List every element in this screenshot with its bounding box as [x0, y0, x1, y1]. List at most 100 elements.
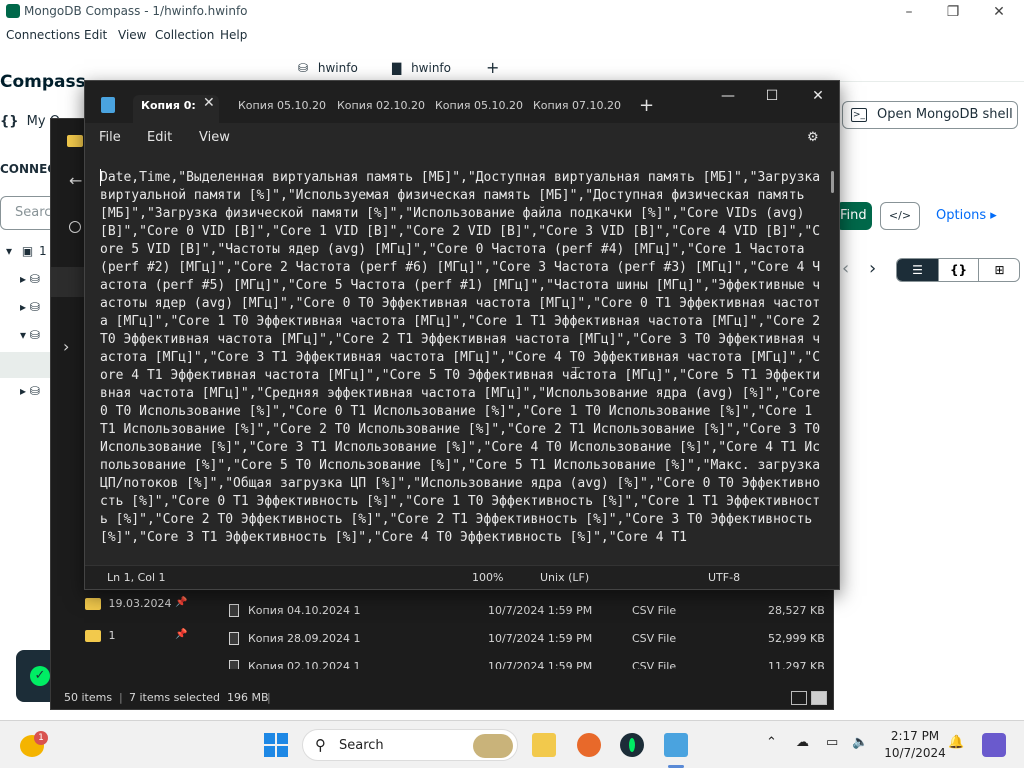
- system-clock[interactable]: 2:17 PM 10/7/2024: [880, 728, 950, 762]
- menu-file[interactable]: File: [99, 130, 121, 145]
- file-icon: [229, 632, 239, 645]
- menu-view[interactable]: View: [199, 130, 230, 145]
- back-arrow-icon[interactable]: ←: [69, 171, 82, 190]
- next-page-icon[interactable]: ›: [869, 258, 876, 279]
- menu-help[interactable]: Help: [220, 28, 247, 42]
- tab[interactable]: Копия 05.10.202: [435, 95, 523, 123]
- close-icon[interactable]: ✕: [795, 83, 841, 109]
- code-view-button[interactable]: </>: [880, 202, 920, 230]
- clock-time: 2:17 PM: [890, 729, 940, 743]
- caret-down-icon: ▾: [20, 328, 27, 342]
- chevron-up-icon[interactable]: ⌃: [766, 735, 777, 750]
- volume-icon[interactable]: 🔈: [852, 735, 868, 750]
- line-ending[interactable]: Unix (LF): [540, 571, 589, 584]
- database-icon: ⛁: [29, 272, 40, 286]
- file-type: CSV File: [632, 632, 677, 645]
- settings-gear-icon[interactable]: ⚙: [807, 130, 819, 145]
- display-icon[interactable]: ▭: [826, 735, 838, 750]
- home-icon[interactable]: [69, 221, 81, 233]
- file-date: 10/7/2024 1:59 PM: [488, 604, 593, 617]
- status-divider: |: [119, 691, 123, 704]
- notification-badge: 1: [34, 731, 48, 745]
- quick-access-item[interactable]: 19.03.2024 📌: [85, 597, 187, 610]
- search-label: Search: [339, 738, 384, 753]
- menu-view[interactable]: View: [118, 28, 146, 42]
- options-link[interactable]: Options ▸: [936, 208, 997, 223]
- tab[interactable]: Копия 05.10.202: [238, 95, 326, 123]
- copilot-icon[interactable]: [982, 733, 1006, 757]
- file-row[interactable]: Копия 04.10.2024 1 10/7/2024 1:59 PM CSV…: [229, 601, 829, 623]
- tab-label: hwinfo: [317, 61, 358, 75]
- file-icon: [229, 660, 239, 669]
- find-button[interactable]: Find: [836, 202, 872, 230]
- close-icon[interactable]: ✕: [984, 2, 1014, 22]
- menu-edit[interactable]: Edit: [84, 28, 107, 42]
- json-view-icon[interactable]: {}: [938, 259, 979, 281]
- folder-icon: ▇: [392, 61, 402, 75]
- details-view-icon[interactable]: [791, 691, 807, 705]
- tab[interactable]: Копия 07.10.202: [533, 95, 621, 123]
- search-icon: ⚲: [315, 736, 326, 754]
- zoom-level[interactable]: 100%: [472, 571, 503, 584]
- compass-logo-icon: [6, 4, 20, 18]
- tree-database[interactable]: ▸ ⛁: [20, 272, 40, 286]
- minimize-icon[interactable]: —: [705, 83, 751, 109]
- text-editor[interactable]: Date,Time,"Выделенная виртуальная память…: [85, 169, 825, 559]
- restore-icon[interactable]: ❐: [938, 2, 968, 22]
- pin-icon: 📌: [175, 629, 188, 640]
- menu-collection[interactable]: Collection: [155, 28, 214, 42]
- quick-access-label: 19.03.2024: [108, 597, 172, 610]
- queries-icon: {}: [0, 114, 19, 129]
- tree-database[interactable]: ▾ ⛁: [20, 328, 40, 342]
- tiles-view-icon[interactable]: [811, 691, 827, 705]
- menu-edit[interactable]: Edit: [147, 130, 172, 145]
- tab-hwinfo-1[interactable]: ⛁ hwinfo: [298, 61, 358, 75]
- selection-info: 7 items selected 196 MB: [129, 691, 269, 704]
- file-row[interactable]: Копия 28.09.2024 1 10/7/2024 1:59 PM CSV…: [229, 629, 829, 651]
- notepad-taskbar-icon[interactable]: [664, 733, 688, 757]
- quick-access-label: 1: [108, 629, 116, 642]
- open-mongodb-shell-button[interactable]: >_ Open MongoDB shell: [842, 101, 1018, 129]
- file-row[interactable]: Копия 02.10.2024 1 10/7/2024 1:59 PM CSV…: [229, 657, 829, 669]
- menu-connections[interactable]: Connections: [6, 28, 80, 42]
- minimize-icon[interactable]: –: [894, 2, 924, 22]
- compass-window-title: MongoDB Compass - 1/hwinfo.hwinfo: [24, 4, 248, 18]
- new-tab-icon[interactable]: +: [639, 95, 654, 116]
- encoding[interactable]: UTF-8: [708, 571, 740, 584]
- network-icon[interactable]: ☁: [796, 735, 809, 750]
- maximize-icon[interactable]: ☐: [749, 83, 795, 109]
- mongodb-compass-icon[interactable]: [620, 733, 644, 757]
- quick-access-item[interactable]: 1 📌: [85, 629, 187, 642]
- firefox-icon[interactable]: [577, 733, 601, 757]
- bell-icon[interactable]: 🔔: [948, 735, 964, 750]
- file-explorer-icon[interactable]: [532, 733, 556, 757]
- explorer-nav-rail: ← ›: [51, 119, 85, 589]
- notepad-app-icon: [101, 97, 115, 113]
- widgets-icon[interactable]: 1: [20, 731, 48, 759]
- pagination: ‹ ›: [842, 258, 876, 279]
- editor-content: Date,Time,"Выделенная виртуальная память…: [100, 170, 821, 545]
- expand-chevron-icon[interactable]: ›: [63, 337, 69, 356]
- notepad-statusbar: Ln 1, Col 1 100% Unix (LF) UTF-8: [85, 565, 839, 589]
- taskbar-search-box[interactable]: ⚲ Search: [302, 729, 518, 761]
- tab-hwinfo-2[interactable]: ▇ hwinfo: [392, 61, 451, 75]
- add-tab-icon[interactable]: +: [486, 58, 499, 77]
- caret-right-icon: ▸: [20, 384, 27, 398]
- server-icon: ▣: [21, 244, 34, 258]
- folder-icon: [85, 630, 101, 642]
- tab[interactable]: Копия 02.10.202: [337, 95, 425, 123]
- search-highlight-image: [473, 734, 513, 758]
- start-icon[interactable]: [264, 733, 288, 757]
- tree-collection-selected[interactable]: [0, 352, 52, 378]
- database-icon: ⛁: [298, 61, 309, 75]
- tree-connection[interactable]: ▾ ▣ 1: [6, 244, 47, 258]
- tree-database[interactable]: ▸ ⛁: [20, 384, 40, 398]
- tree-database[interactable]: ▸ ⛁: [20, 300, 40, 314]
- terminal-icon: >_: [851, 108, 867, 122]
- tab-close-icon[interactable]: ✕: [203, 95, 215, 111]
- prev-page-icon[interactable]: ‹: [842, 258, 849, 279]
- vertical-scrollbar[interactable]: [831, 171, 834, 193]
- nav-selected-item[interactable]: [51, 267, 85, 297]
- list-view-icon[interactable]: ☰: [897, 259, 938, 281]
- table-view-icon[interactable]: ⊞: [979, 259, 1019, 281]
